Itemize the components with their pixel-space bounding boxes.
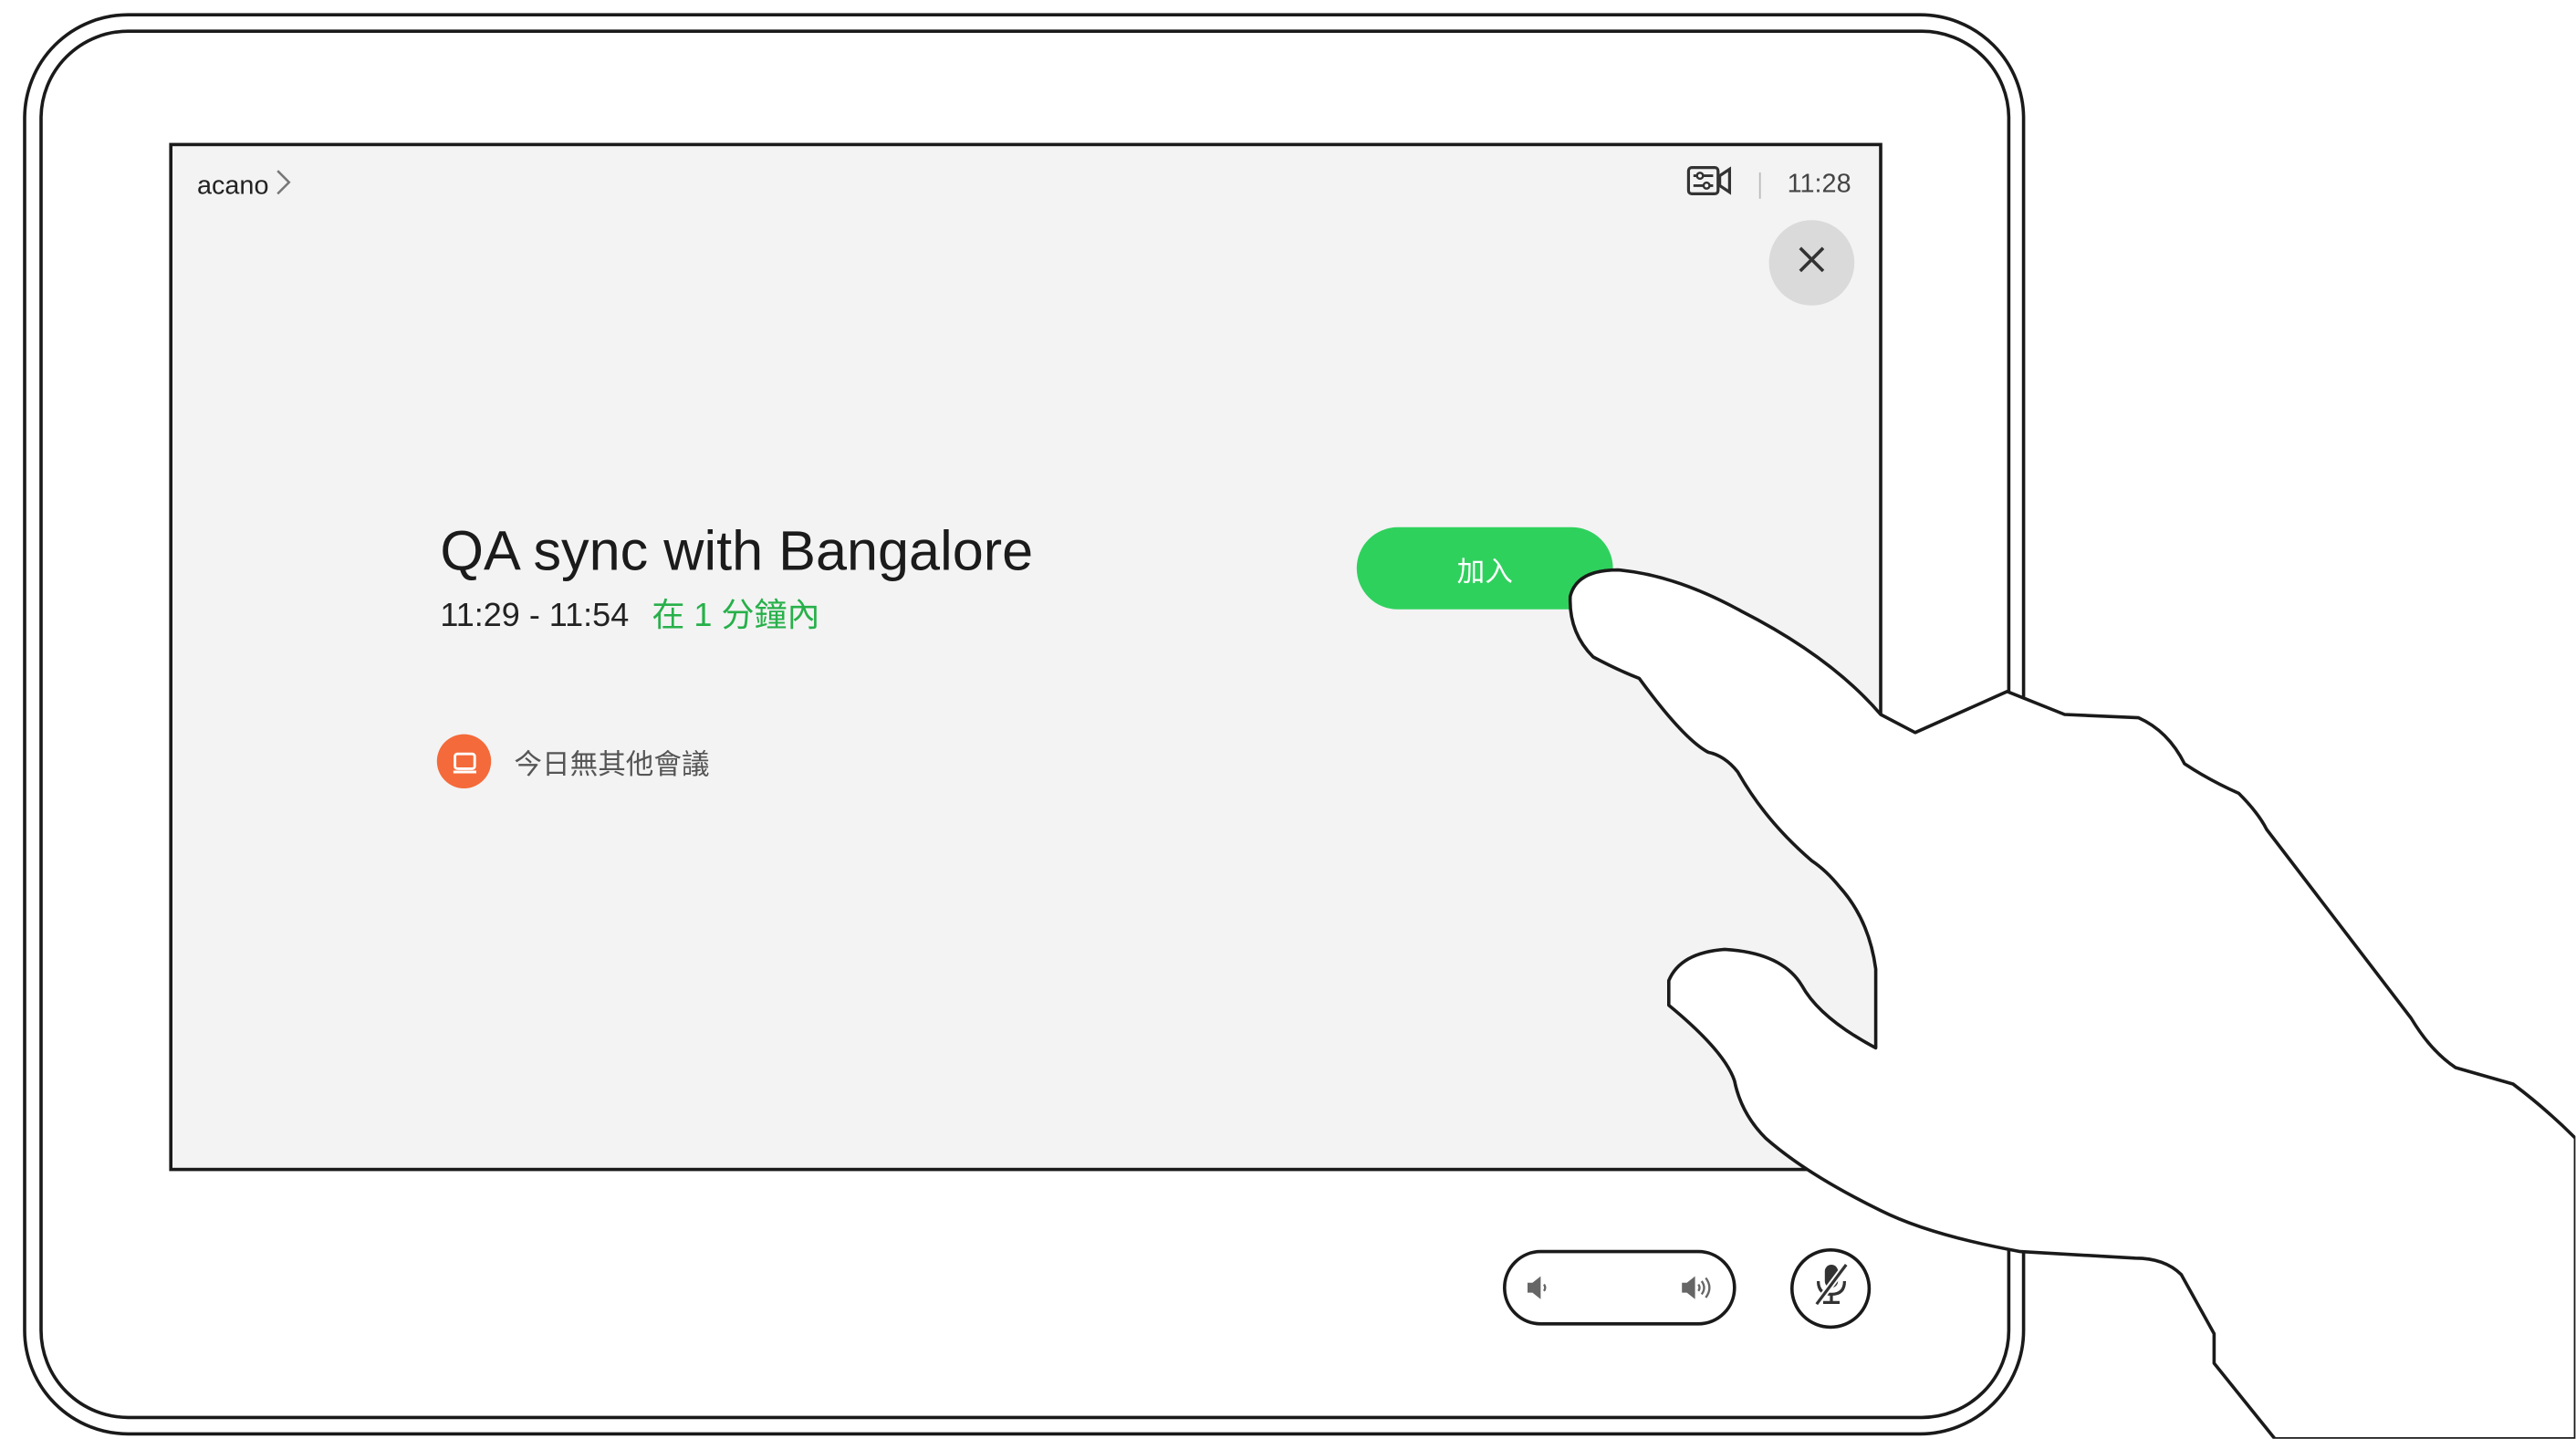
chevron-right-icon [276,169,290,203]
device-screen: acano 11:28 QA sync with Bangalore 11:29… [169,142,1882,1172]
meeting-time-range: 11:29 - 11:54 [440,598,630,634]
volume-down-icon[interactable] [1526,1273,1549,1310]
microphone-muted-icon [1811,1261,1851,1315]
meeting-starts-in: 在 1 分鐘內 [652,598,820,634]
breadcrumb[interactable]: acano [197,169,290,203]
touch-panel-illustration: acano 11:28 QA sync with Bangalore 11:29… [0,0,2576,1439]
no-more-meetings-text: 今日無其他會議 [514,748,710,780]
clock: 11:28 [1787,170,1851,198]
no-more-meetings-notice: 今日無其他會議 [436,734,710,788]
close-icon [1797,244,1826,281]
camera-settings-icon[interactable] [1687,164,1733,205]
volume-control[interactable] [1503,1249,1736,1326]
mute-button[interactable] [1790,1248,1872,1330]
status-divider [1759,172,1761,198]
calendar-icon [436,734,492,788]
meeting-title: QA sync with Bangalore [440,520,1034,583]
breadcrumb-label: acano [197,172,269,200]
close-button[interactable] [1768,220,1855,306]
meeting-time: 11:29 - 11:54 在 1 分鐘內 [440,588,819,635]
join-button[interactable]: 加入 [1356,527,1613,610]
volume-up-icon[interactable] [1680,1273,1713,1310]
status-bar: 11:28 [1687,164,1851,205]
